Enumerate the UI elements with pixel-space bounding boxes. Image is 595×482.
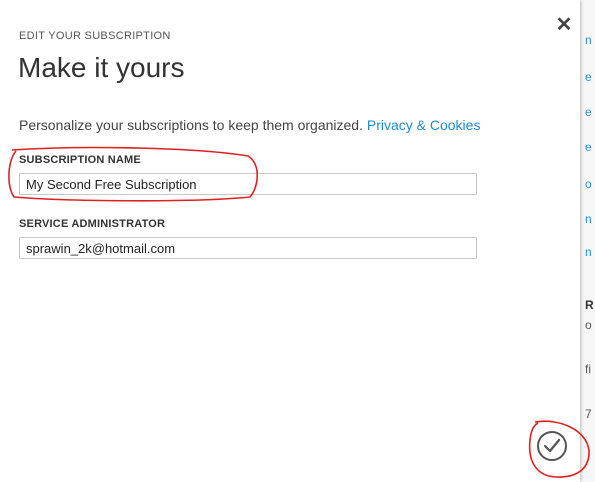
background-fragment: e xyxy=(585,140,592,154)
confirm-button[interactable] xyxy=(537,431,567,461)
background-page-strip: n e e e o n n R o fi 7 xyxy=(580,0,595,482)
background-fragment: o xyxy=(585,177,592,191)
privacy-cookies-link[interactable]: Privacy & Cookies xyxy=(367,117,481,133)
subscription-name-input[interactable] xyxy=(19,173,477,195)
checkmark-icon xyxy=(544,439,560,453)
close-icon: ✕ xyxy=(555,14,573,36)
service-administrator-label: SERVICE ADMINISTRATOR xyxy=(19,218,166,230)
background-fragment: o xyxy=(585,318,592,332)
background-fragment: fi xyxy=(585,362,591,376)
dialog-description: Personalize your subscriptions to keep t… xyxy=(19,117,480,133)
background-fragment: e xyxy=(585,70,592,84)
close-button[interactable]: ✕ xyxy=(554,15,574,35)
service-administrator-input[interactable] xyxy=(19,237,477,259)
background-fragment: n xyxy=(585,245,592,259)
description-text: Personalize your subscriptions to keep t… xyxy=(19,117,363,133)
background-fragment: 7 xyxy=(585,407,592,421)
background-fragment: R xyxy=(585,298,594,312)
edit-subscription-dialog: ✕ EDIT YOUR SUBSCRIPTION Make it yours P… xyxy=(0,0,580,482)
dialog-eyebrow: EDIT YOUR SUBSCRIPTION xyxy=(19,30,171,42)
background-fragment: n xyxy=(585,212,592,226)
dialog-title: Make it yours xyxy=(18,52,185,83)
background-fragment: e xyxy=(585,105,592,119)
background-fragment: n xyxy=(585,33,592,47)
subscription-name-label: SUBSCRIPTION NAME xyxy=(19,154,141,166)
